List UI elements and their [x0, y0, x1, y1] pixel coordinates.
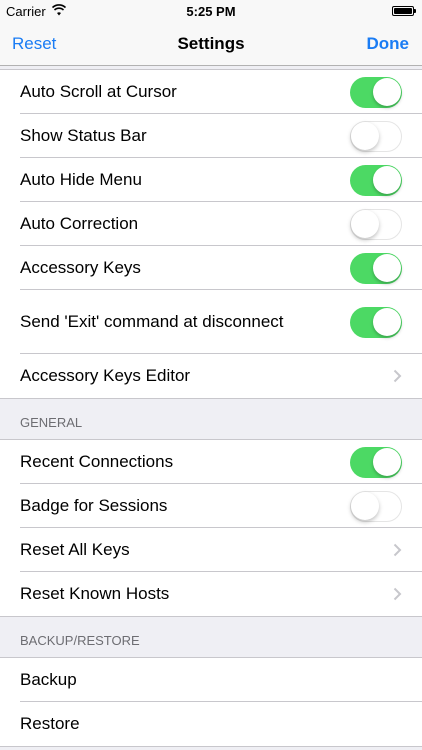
switch-knob: [373, 307, 401, 336]
settings-list[interactable]: Auto Scroll at Cursor Show Status Bar Au…: [0, 66, 422, 750]
row-badge-for-sessions[interactable]: Badge for Sessions: [20, 484, 422, 528]
auto-hide-menu-switch[interactable]: [350, 164, 402, 196]
send-exit-switch[interactable]: [350, 306, 402, 338]
switch-knob: [351, 491, 379, 520]
row-auto-scroll[interactable]: Auto Scroll at Cursor: [20, 70, 422, 114]
switch-knob: [373, 77, 401, 106]
row-label: Badge for Sessions: [20, 495, 168, 515]
chevron-right-icon: [393, 587, 402, 601]
row-auto-hide-menu[interactable]: Auto Hide Menu: [20, 158, 422, 202]
row-label: Reset Known Hosts: [20, 584, 170, 603]
row-restore[interactable]: Restore: [20, 702, 422, 746]
row-backup[interactable]: Backup: [20, 658, 422, 702]
row-accessory-keys-editor[interactable]: Accessory Keys Editor: [20, 354, 422, 398]
battery-icon: [392, 6, 416, 16]
row-label: Accessory Keys: [20, 257, 141, 277]
chevron-right-icon: [393, 369, 402, 383]
section-header-backup-restore: BACKUP/RESTORE: [20, 633, 140, 648]
group-general: Recent Connections Badge for Sessions Re…: [0, 439, 422, 617]
group-backup-restore: Backup Restore: [0, 657, 422, 747]
row-label: Reset All Keys: [20, 539, 130, 559]
row-label: Accessory Keys Editor: [20, 366, 191, 385]
chevron-right-icon: [393, 543, 402, 556]
switch-knob: [351, 121, 379, 150]
page-title: Settings: [177, 34, 245, 53]
row-label: Send 'Exit' command at disconnect: [20, 311, 284, 331]
row-reset-all-keys[interactable]: Reset All Keys: [20, 528, 422, 572]
auto-scroll-switch[interactable]: [350, 76, 402, 108]
section-header-general: GENERAL: [20, 415, 83, 430]
switch-knob: [373, 447, 401, 476]
status-time: 5:25 PM: [186, 4, 236, 19]
show-status-bar-switch[interactable]: [350, 120, 402, 152]
row-send-exit[interactable]: Send 'Exit' command at disconnect: [20, 290, 422, 354]
recent-connections-switch[interactable]: [350, 446, 402, 478]
row-label: Show Status Bar: [20, 125, 147, 145]
row-label: Backup: [20, 669, 77, 689]
row-label: Auto Hide Menu: [20, 169, 142, 189]
row-auto-correction[interactable]: Auto Correction: [20, 202, 422, 246]
row-show-status-bar[interactable]: Show Status Bar: [20, 114, 422, 158]
status-bar: Carrier 5:25 PM: [0, 0, 422, 22]
row-label: Restore: [20, 714, 80, 733]
done-button[interactable]: Done: [367, 34, 410, 54]
switch-knob: [373, 165, 401, 194]
row-label: Auto Scroll at Cursor: [20, 81, 177, 101]
row-recent-connections[interactable]: Recent Connections: [20, 440, 422, 484]
switch-knob: [351, 209, 379, 238]
row-label: Auto Correction: [20, 213, 139, 233]
badge-for-sessions-switch[interactable]: [350, 490, 402, 522]
switch-knob: [373, 253, 401, 282]
accessory-keys-switch[interactable]: [350, 252, 402, 284]
row-reset-known-hosts[interactable]: Reset Known Hosts: [20, 572, 422, 616]
row-label: Recent Connections: [20, 451, 174, 471]
auto-correction-switch[interactable]: [350, 208, 402, 240]
group-terminal: Auto Scroll at Cursor Show Status Bar Au…: [0, 69, 422, 399]
navigation-bar: Reset Settings Done: [0, 22, 422, 66]
row-accessory-keys[interactable]: Accessory Keys: [20, 246, 422, 290]
